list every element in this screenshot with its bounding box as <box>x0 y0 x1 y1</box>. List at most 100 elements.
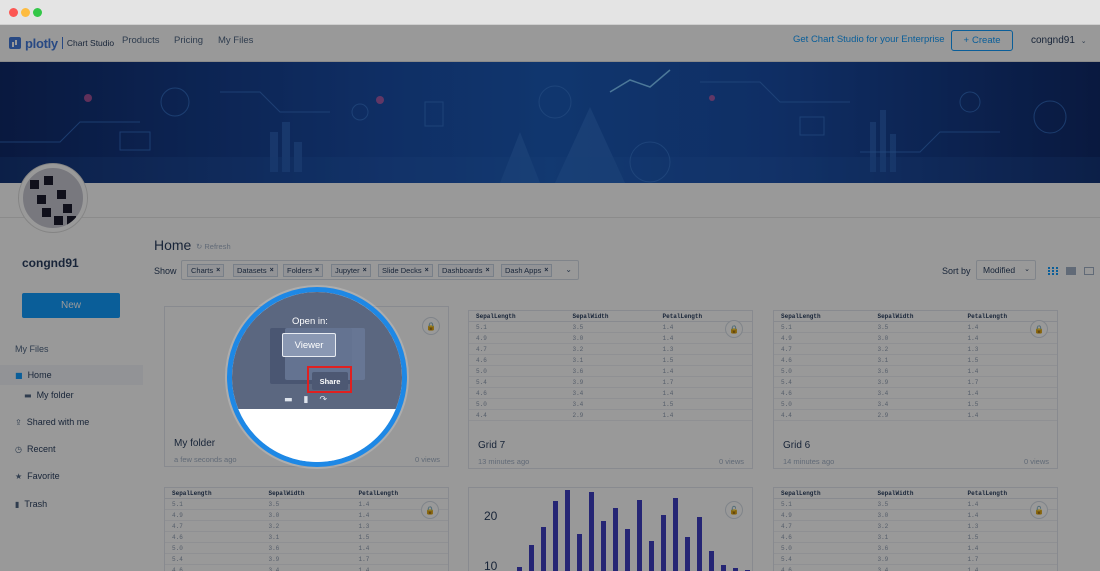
sidebar-item-home[interactable]: ■ Home <box>0 365 143 385</box>
profile-strip <box>0 183 1100 218</box>
lock-icon[interactable]: 🔒 <box>421 501 439 519</box>
refresh-button[interactable]: ↻ Refresh <box>196 242 231 251</box>
sort-select[interactable]: Modified ⌄ <box>976 260 1036 280</box>
grid-column-header: SepalLength <box>774 311 871 322</box>
remove-icon[interactable]: × <box>216 267 220 274</box>
grid-cell: 1.5 <box>655 398 752 410</box>
filter-chip-slide-decks[interactable]: Slide Decks × <box>378 264 433 277</box>
table-row: 4.6 3.1 1.5 <box>165 531 448 543</box>
unlock-icon[interactable]: 🔓 <box>1030 501 1048 519</box>
card-title[interactable]: My folder <box>174 438 215 449</box>
lock-icon[interactable]: 🔒 <box>725 320 743 338</box>
new-button[interactable]: New <box>22 293 120 318</box>
remove-icon[interactable]: × <box>485 267 489 274</box>
grid-view-icon[interactable] <box>1048 267 1058 275</box>
card-views: 0 views <box>718 457 744 466</box>
filter-chip-folders[interactable]: Folders × <box>283 264 324 277</box>
grid-column-header: SepalWidth <box>261 488 352 499</box>
filter-chip-dash-apps[interactable]: Dash Apps × <box>501 264 553 277</box>
grid-card[interactable]: SepalLength SepalWidth PetalLength 5.1 3.5 1.… <box>468 310 753 469</box>
filter-chip-datasets[interactable]: Datasets × <box>233 264 278 277</box>
grid-card[interactable]: SepalLength SepalWidth PetalLength 5.1 3.5 1.… <box>773 487 1058 571</box>
grid-cell: 3.1 <box>870 354 961 366</box>
unlock-icon[interactable]: 🔓 <box>725 501 743 519</box>
create-button[interactable]: + Create <box>951 30 1013 51</box>
grid-cell: 3.0 <box>261 509 352 521</box>
nav-link-my-files[interactable]: My Files <box>218 35 253 46</box>
grid-column-header: SepalWidth <box>870 488 961 499</box>
nav-link-pricing[interactable]: Pricing <box>174 35 203 46</box>
histogram-bar <box>529 545 534 571</box>
card-title[interactable]: Grid 6 <box>783 440 810 451</box>
banner-illustration <box>0 69 1100 183</box>
grid-cell: 4.6 <box>774 531 871 543</box>
grid-cell: 3.4 <box>870 398 961 410</box>
grid-cell: 1.4 <box>960 409 1057 421</box>
chart-card[interactable]: 20 10 🔓 <box>468 487 753 571</box>
sidebar-item-favorite[interactable]: ★ Favorite <box>15 471 60 481</box>
grid-cell: 1.7 <box>960 376 1057 388</box>
table-row: 5.1 3.5 1.4 <box>469 321 752 333</box>
plotly-icon <box>9 37 21 49</box>
remove-icon[interactable]: × <box>363 267 367 274</box>
grid-cell: 5.1 <box>165 498 262 510</box>
maximize-window-dot[interactable] <box>33 8 42 17</box>
sidebar-item-recent[interactable]: ◷ Recent <box>15 444 56 454</box>
grid-cell: 3.6 <box>870 365 961 377</box>
top-navigation: plotly Chart Studio Products Pricing My … <box>0 25 1100 62</box>
grid-cell: 3.5 <box>565 321 656 333</box>
grid-cell: 5.1 <box>469 321 566 333</box>
minimize-window-dot[interactable] <box>21 8 30 17</box>
trash-icon[interactable]: ▮ <box>304 395 309 405</box>
grid-cell: 5.0 <box>165 542 262 554</box>
sidebar-item-trash[interactable]: ▮ Trash <box>15 499 47 509</box>
star-icon: ★ <box>15 471 23 481</box>
show-label: Show <box>154 266 177 276</box>
avatar[interactable] <box>19 164 87 232</box>
grid-cell: 3.5 <box>870 321 961 333</box>
redo-icon[interactable]: ↷ <box>319 395 327 405</box>
open-in-label: Open in: <box>292 316 328 327</box>
grid-cell: 1.4 <box>655 409 752 421</box>
remove-icon[interactable]: × <box>315 267 319 274</box>
remove-icon[interactable]: × <box>425 267 429 274</box>
chevron-down-icon[interactable]: ⌄ <box>565 265 572 274</box>
histogram-bar <box>685 537 690 571</box>
enterprise-link[interactable]: Get Chart Studio for your Enterprise <box>793 34 945 45</box>
nav-link-products[interactable]: Products <box>122 35 160 46</box>
sidebar-item-shared[interactable]: ⇪ Shared with me <box>15 417 89 427</box>
card-title[interactable]: Grid 7 <box>478 440 505 451</box>
large-view-icon[interactable] <box>1084 267 1094 275</box>
folder-icon[interactable]: ▬ <box>284 395 293 405</box>
card-time: 14 minutes ago <box>783 457 835 466</box>
grid-cell: 4.9 <box>469 332 566 344</box>
filter-chip-dashboards[interactable]: Dashboards × <box>438 264 494 277</box>
lock-icon[interactable]: 🔒 <box>422 317 440 335</box>
grid-cell: 1.7 <box>960 553 1057 565</box>
grid-cell: 4.6 <box>165 564 262 571</box>
lock-icon[interactable]: 🔒 <box>1030 320 1048 338</box>
share-highlight-box <box>307 366 352 393</box>
grid-cell: 4.6 <box>774 564 871 571</box>
user-menu[interactable]: congnd91 ⌄ <box>1031 35 1087 46</box>
grid-cell: 4.6 <box>774 354 871 366</box>
select-checkbox[interactable] <box>174 316 185 327</box>
grid-cell: 3.1 <box>261 531 352 543</box>
remove-icon[interactable]: × <box>544 267 548 274</box>
histogram-bar <box>577 534 582 571</box>
grid-cell: 2.9 <box>565 409 656 421</box>
grid-cell: 1.4 <box>960 387 1057 399</box>
remove-icon[interactable]: × <box>270 267 274 274</box>
filter-chip-charts[interactable]: Charts × <box>187 264 225 277</box>
open-in-viewer-button[interactable]: Viewer <box>282 333 336 357</box>
close-window-dot[interactable] <box>9 8 18 17</box>
list-view-icon[interactable] <box>1066 267 1076 275</box>
grid-cell: 1.3 <box>960 520 1057 532</box>
filter-select[interactable]: Charts × Datasets × Folders × Jupyter × Slid… <box>181 260 579 280</box>
sidebar-item-my-folder[interactable]: ▬ My folder <box>24 390 74 400</box>
plotly-logo[interactable]: plotly Chart Studio <box>9 35 114 51</box>
page-title: Home <box>154 237 192 253</box>
filter-chip-jupyter[interactable]: Jupyter × <box>331 264 371 277</box>
grid-card[interactable]: SepalLength SepalWidth PetalLength 5.1 3.5 1.… <box>773 310 1058 469</box>
grid-card[interactable]: SepalLength SepalWidth PetalLength 5.1 3.5 1.… <box>164 487 449 571</box>
